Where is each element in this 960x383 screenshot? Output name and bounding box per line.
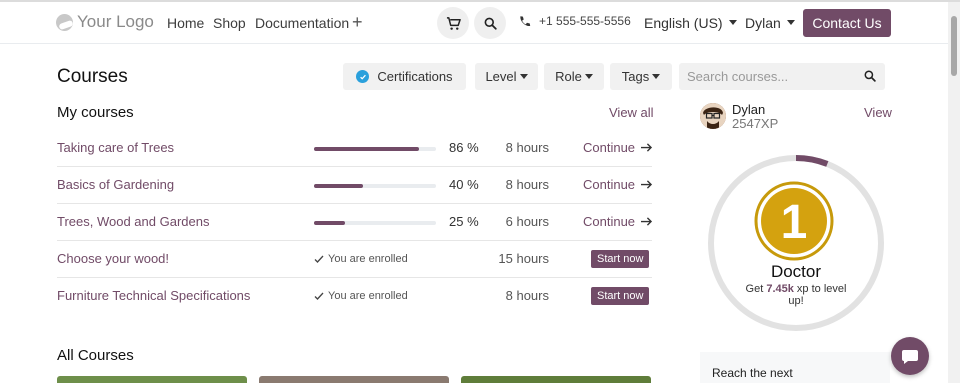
chevron-down-icon: [728, 20, 737, 25]
progress-bar: [314, 147, 436, 151]
course-duration: 15 hours: [498, 251, 549, 266]
search-icon[interactable]: [864, 70, 876, 82]
course-thumbnail[interactable]: [259, 376, 449, 383]
profile-xp: 2547XP: [732, 116, 779, 131]
course-title-link[interactable]: Trees, Wood and Gardens: [57, 214, 209, 229]
view-all-link[interactable]: View all: [609, 105, 654, 120]
enrolled-label: You are enrolled: [328, 290, 408, 302]
cart-icon: [446, 16, 461, 30]
arrow-right-icon: [641, 217, 653, 226]
tags-label: Tags: [621, 69, 650, 84]
nav-documentation[interactable]: Documentation: [255, 15, 349, 31]
course-duration: 8 hours: [505, 288, 549, 303]
course-row: Choose your wood! You are enrolled 15 ho…: [57, 241, 652, 278]
enrolled-status: You are enrolled: [314, 253, 408, 265]
chat-button[interactable]: [891, 337, 929, 375]
search-icon: [484, 17, 497, 30]
phone-link[interactable]: +1 555-555-5556: [518, 14, 631, 28]
course-duration: 6 hours: [505, 214, 549, 229]
rank-medal-icon: 1: [754, 181, 834, 261]
course-title-link[interactable]: Taking care of Trees: [57, 140, 174, 155]
start-now-button[interactable]: Start now: [591, 250, 650, 268]
progress-percent: 25 %: [449, 214, 479, 229]
certifications-label: Certifications: [377, 69, 453, 84]
progress-fill: [314, 147, 419, 151]
continue-link[interactable]: Continue: [583, 214, 653, 229]
chevron-down-icon: [584, 74, 593, 79]
nav-shop[interactable]: Shop: [213, 15, 246, 31]
enrolled-label: You are enrolled: [328, 253, 408, 265]
progress-fill: [314, 221, 345, 225]
logo-text: Your Logo: [77, 12, 154, 31]
level-label: Level: [485, 69, 517, 84]
chat-icon: [902, 349, 918, 364]
rank-title: Doctor: [770, 262, 822, 281]
site-header: Your Logo Home Shop Documentation + +1 5…: [0, 2, 948, 44]
progress-percent: 40 %: [449, 177, 479, 192]
chevron-down-icon: [652, 74, 661, 79]
enrolled-status: You are enrolled: [314, 290, 408, 302]
reach-next-text: Reach the next: [712, 366, 793, 380]
role-label: Role: [555, 69, 582, 84]
course-duration: 8 hours: [505, 140, 549, 155]
chevron-down-icon: [786, 20, 795, 25]
continue-label: Continue: [583, 214, 636, 229]
arrow-right-icon: [641, 143, 653, 152]
phone-icon: [520, 15, 531, 26]
progress-percent: 86 %: [449, 140, 479, 155]
course-title-link[interactable]: Choose your wood!: [57, 251, 169, 266]
course-thumbnail[interactable]: [57, 376, 247, 383]
header-search-button[interactable]: [474, 7, 506, 39]
scrollbar-thumb[interactable]: [951, 16, 957, 76]
course-row: Furniture Technical Specifications You a…: [57, 278, 652, 315]
cart-button[interactable]: [437, 7, 469, 39]
chevron-down-icon: [519, 74, 528, 79]
role-filter[interactable]: Role: [544, 63, 604, 90]
course-row: Basics of Gardening 40 % 8 hours Continu…: [57, 167, 653, 204]
course-thumbnail[interactable]: [461, 376, 651, 383]
contact-us-button[interactable]: Contact Us: [803, 9, 891, 37]
arrow-right-icon: [641, 180, 653, 189]
continue-label: Continue: [583, 177, 636, 192]
logo-mark-icon: [56, 13, 73, 31]
avatar: [700, 103, 726, 129]
page-title: Courses: [57, 66, 128, 87]
continue-link[interactable]: Continue: [583, 177, 653, 192]
course-title-link[interactable]: Furniture Technical Specifications: [57, 288, 250, 303]
language-label: English (US): [644, 15, 723, 31]
check-icon: [314, 292, 324, 300]
logo[interactable]: Your Logo: [56, 12, 154, 32]
course-row: Trees, Wood and Gardens 25 % 6 hours Con…: [57, 204, 653, 241]
check-icon: [314, 255, 324, 263]
user-name: Dylan: [745, 15, 781, 31]
add-menu-button[interactable]: +: [352, 12, 363, 33]
tags-filter[interactable]: Tags: [610, 63, 672, 90]
phone-number: +1 555-555-5556: [539, 14, 631, 28]
continue-link[interactable]: Continue: [583, 140, 653, 155]
start-now-button[interactable]: Start now: [591, 287, 650, 305]
course-row: Taking care of Trees 86 % 8 hours Contin…: [57, 130, 653, 167]
search-courses-input[interactable]: [679, 63, 885, 90]
progress-fill: [314, 184, 363, 188]
language-selector[interactable]: English (US): [644, 15, 737, 31]
rank-number: 1: [781, 196, 808, 249]
next-level-xp: 7.45k: [766, 283, 794, 295]
level-filter[interactable]: Level: [475, 63, 538, 90]
user-menu[interactable]: Dylan: [745, 15, 795, 31]
verified-check-icon: [356, 70, 370, 83]
progress-bar: [314, 184, 436, 188]
profile-name: Dylan: [732, 102, 766, 117]
all-courses-title: All Courses: [57, 347, 134, 364]
profile-view-link[interactable]: View: [864, 105, 892, 120]
continue-label: Continue: [583, 140, 636, 155]
progress-bar: [314, 221, 436, 225]
certifications-filter[interactable]: Certifications: [343, 63, 466, 90]
course-title-link[interactable]: Basics of Gardening: [57, 177, 174, 192]
my-courses-title: My courses: [57, 104, 134, 121]
next-level-text: Get 7.45k xp to level up!: [745, 283, 847, 307]
nav-home[interactable]: Home: [167, 15, 204, 31]
course-duration: 8 hours: [505, 177, 549, 192]
